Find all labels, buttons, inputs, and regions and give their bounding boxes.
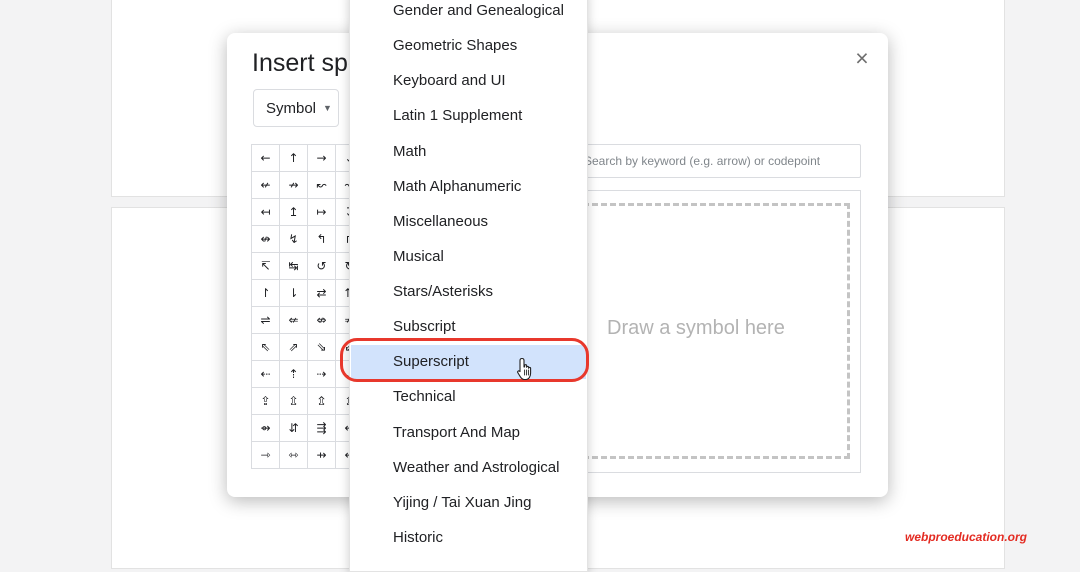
symbol-grid-row: ⇪⇫⇬⇭: [251, 387, 364, 415]
symbol-cell[interactable]: ←: [251, 144, 280, 172]
symbol-cell[interactable]: ⇸: [307, 441, 336, 469]
symbol-cell[interactable]: ↯: [279, 225, 308, 253]
symbol-cell[interactable]: ⇌: [251, 306, 280, 334]
symbol-cell[interactable]: →: [307, 144, 336, 172]
symbol-grid-row: ⇴⇵⇶⇷: [251, 414, 364, 442]
symbol-grid-row: ↾⇂⇄⇅: [251, 279, 364, 307]
symbol-cell[interactable]: ⇍: [279, 306, 308, 334]
menu-item-keyboard-and-ui[interactable]: Keyboard and UI: [351, 64, 586, 98]
symbol-cell[interactable]: ⇪: [251, 387, 280, 415]
symbol-cell[interactable]: ⇢: [307, 360, 336, 388]
symbol-grid-row: ↸↹↺↻: [251, 252, 364, 280]
menu-item-yijing-tai-xuan-jing[interactable]: Yijing / Tai Xuan Jing: [351, 486, 586, 520]
symbol-grid-row: ⇌⇍⇎⇏: [251, 306, 364, 334]
symbol-cell[interactable]: ⇘: [307, 333, 336, 361]
symbol-cell[interactable]: ↤: [251, 198, 280, 226]
symbol-cell[interactable]: ⇿: [279, 441, 308, 469]
symbol-cell[interactable]: ⇖: [251, 333, 280, 361]
close-icon[interactable]: ×: [851, 47, 873, 70]
symbol-cell[interactable]: ↜: [307, 171, 336, 199]
menu-item-stars-asterisks[interactable]: Stars/Asterisks: [351, 275, 586, 309]
symbol-cell[interactable]: ⇴: [251, 414, 280, 442]
symbol-cell[interactable]: ⇡: [279, 360, 308, 388]
menu-item-math[interactable]: Math: [351, 135, 586, 169]
symbol-cell[interactable]: ⇵: [279, 414, 308, 442]
draw-placeholder: Draw a symbol here: [607, 317, 785, 339]
menu-item-musical[interactable]: Musical: [351, 240, 586, 274]
symbol-cell[interactable]: ↰: [307, 225, 336, 253]
symbol-cell[interactable]: ⇾: [251, 441, 280, 469]
symbol-cell[interactable]: ↺: [307, 252, 336, 280]
symbol-cell[interactable]: ⇠: [251, 360, 280, 388]
menu-item-technical[interactable]: Technical: [351, 380, 586, 414]
menu-item-math-alphanumeric[interactable]: Math Alphanumeric: [351, 170, 586, 204]
highlight-ring: [340, 338, 589, 382]
symbol-grid: ←↑→↓↚↛↜↝↤↥↦↧↮↯↰↱↸↹↺↻↾⇂⇄⇅⇌⇍⇎⇏⇖⇗⇘⇙⇠⇡⇢⇣⇪⇫⇬⇭…: [251, 144, 364, 469]
symbol-cell[interactable]: ⇫: [279, 387, 308, 415]
category-select[interactable]: Symbol ▼: [253, 89, 339, 127]
symbol-cell[interactable]: ⇶: [307, 414, 336, 442]
watermark: webproeducation.org: [905, 530, 1028, 544]
symbol-cell[interactable]: ↥: [279, 198, 308, 226]
menu-item-historic[interactable]: Historic: [351, 521, 586, 555]
hand-pointer-cursor-icon: [517, 357, 532, 381]
symbol-cell[interactable]: ↾: [251, 279, 280, 307]
caret-down-icon: ▼: [323, 103, 332, 113]
symbol-cell[interactable]: ↛: [279, 171, 308, 199]
symbol-cell[interactable]: ↹: [279, 252, 308, 280]
menu-item-miscellaneous[interactable]: Miscellaneous: [351, 205, 586, 239]
symbol-cell[interactable]: ↚: [251, 171, 280, 199]
symbol-cell[interactable]: ⇂: [279, 279, 308, 307]
symbol-cell[interactable]: ↑: [279, 144, 308, 172]
menu-item-geometric-shapes[interactable]: Geometric Shapes: [351, 29, 586, 63]
symbol-cell[interactable]: ⇬: [307, 387, 336, 415]
symbol-grid-row: ↮↯↰↱: [251, 225, 364, 253]
menu-item-weather-and-astrological[interactable]: Weather and Astrological: [351, 451, 586, 485]
symbol-cell[interactable]: ⇎: [307, 306, 336, 334]
symbol-cell[interactable]: ↮: [251, 225, 280, 253]
category-select-value: Symbol: [266, 99, 317, 117]
menu-item-gender-and-genealogical[interactable]: Gender and Genealogical: [351, 0, 586, 28]
menu-item-transport-and-map[interactable]: Transport And Map: [351, 416, 586, 450]
symbol-grid-row: ←↑→↓: [251, 144, 364, 172]
symbol-grid-row: ↤↥↦↧: [251, 198, 364, 226]
symbol-cell[interactable]: ↦: [307, 198, 336, 226]
symbol-cell[interactable]: ↸: [251, 252, 280, 280]
menu-item-latin-1-supplement[interactable]: Latin 1 Supplement: [351, 99, 586, 133]
symbol-grid-row: ↚↛↜↝: [251, 171, 364, 199]
symbol-cell[interactable]: ⇗: [279, 333, 308, 361]
symbol-grid-row: ⇾⇿⇸⇹: [251, 441, 364, 469]
category-dropdown-menu: Gender and Genealogical Geometric Shapes K…: [349, 0, 588, 572]
search-input[interactable]: [568, 144, 861, 178]
symbol-cell[interactable]: ⇄: [307, 279, 336, 307]
